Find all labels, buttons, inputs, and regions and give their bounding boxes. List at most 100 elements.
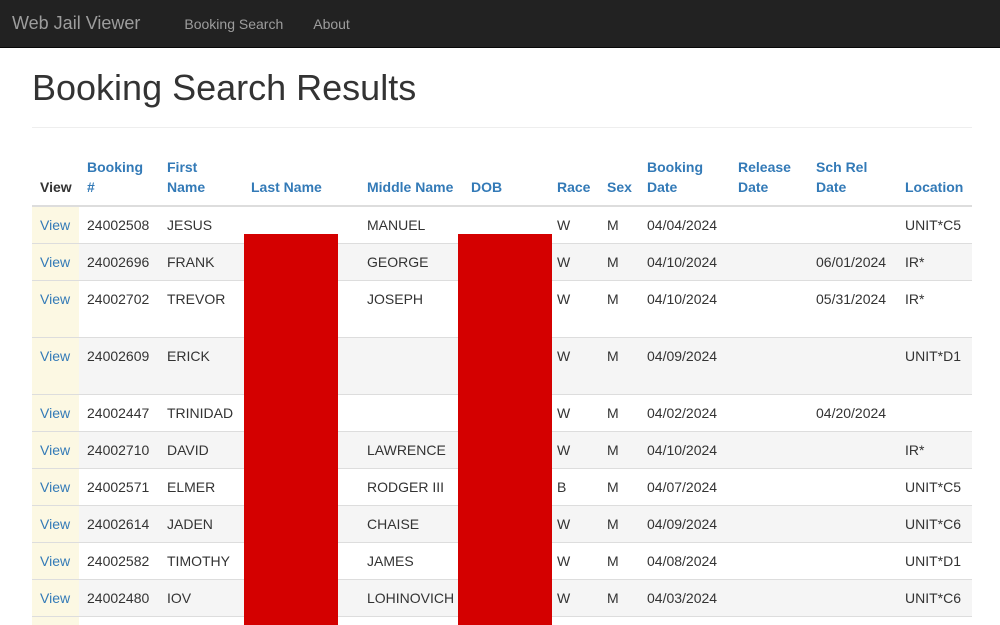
location-cell: IR*: [897, 431, 972, 469]
booking-date-cell: 04/09/2024: [639, 505, 730, 543]
location-cell: IR*: [897, 243, 972, 281]
view-link[interactable]: View: [40, 291, 70, 307]
cell: [32, 616, 79, 625]
view-link[interactable]: View: [40, 553, 70, 569]
release-date-cell: [730, 468, 808, 506]
sch-rel-date-cell: 05/31/2024: [808, 280, 897, 338]
header-sch-rel-date[interactable]: Sch Rel Date: [808, 149, 897, 207]
header-middle-name[interactable]: Middle Name: [359, 149, 463, 207]
booking-date-cell: 04/09/2024: [639, 337, 730, 395]
location-cell: UNIT*C6: [897, 505, 972, 543]
header-location[interactable]: Location: [897, 149, 972, 207]
view-cell: View: [32, 505, 79, 543]
middle-name-cell: JOSEPH: [359, 280, 463, 338]
sch-rel-date-cell: 04/20/2024: [808, 394, 897, 432]
first-name-cell: FRANK: [159, 243, 243, 281]
race-cell: W: [549, 280, 599, 338]
location-cell: UNIT*D1: [897, 337, 972, 395]
first-name-cell: ERICK: [159, 337, 243, 395]
release-date-cell: [730, 280, 808, 338]
sex-cell: M: [599, 243, 639, 281]
middle-name-cell: GEORGE: [359, 243, 463, 281]
nav-booking-search[interactable]: Booking Search: [169, 16, 298, 32]
view-link[interactable]: View: [40, 348, 70, 364]
booking-date-cell: 04/10/2024: [639, 243, 730, 281]
view-link[interactable]: View: [40, 254, 70, 270]
view-link[interactable]: View: [40, 590, 70, 606]
view-link[interactable]: View: [40, 442, 70, 458]
booking-number-cell: 24002609: [79, 337, 159, 395]
release-date-cell: [730, 205, 808, 244]
middle-name-cell: LOHINOVICH: [359, 579, 463, 617]
cell: [730, 616, 808, 625]
sch-rel-date-cell: [808, 579, 897, 617]
main-content: Booking Search Results View Booking # Firs…: [0, 68, 1000, 625]
first-name-cell: IOV: [159, 579, 243, 617]
sch-rel-date-cell: [808, 468, 897, 506]
header-last-name[interactable]: Last Name: [243, 149, 359, 207]
redaction-last-name: [244, 234, 338, 625]
middle-name-cell: LAWRENCE: [359, 431, 463, 469]
release-date-cell: [730, 337, 808, 395]
sex-cell: M: [599, 205, 639, 244]
booking-number-cell: 24002696: [79, 243, 159, 281]
divider: [32, 127, 972, 128]
view-cell: View: [32, 337, 79, 395]
sex-cell: M: [599, 280, 639, 338]
location-cell: [897, 394, 972, 432]
view-cell: View: [32, 205, 79, 244]
booking-number-cell: 24002508: [79, 205, 159, 244]
view-link[interactable]: View: [40, 479, 70, 495]
header-race[interactable]: Race: [549, 149, 599, 207]
booking-number-cell: 24002702: [79, 280, 159, 338]
sch-rel-date-cell: [808, 505, 897, 543]
header-first-name[interactable]: First Name: [159, 149, 243, 207]
booking-number-cell: 24002480: [79, 579, 159, 617]
race-cell: W: [549, 431, 599, 469]
view-cell: View: [32, 280, 79, 338]
sex-cell: M: [599, 505, 639, 543]
release-date-cell: [730, 243, 808, 281]
sex-cell: M: [599, 394, 639, 432]
view-link[interactable]: View: [40, 217, 70, 233]
view-link[interactable]: View: [40, 516, 70, 532]
booking-date-cell: 04/03/2024: [639, 579, 730, 617]
booking-number-cell: 24002710: [79, 431, 159, 469]
race-cell: W: [549, 505, 599, 543]
sch-rel-date-cell: [808, 431, 897, 469]
sex-cell: M: [599, 431, 639, 469]
middle-name-cell: JAMES: [359, 542, 463, 580]
nav-about[interactable]: About: [298, 16, 365, 32]
location-cell: UNIT*C6: [897, 579, 972, 617]
sch-rel-date-cell: 06/01/2024: [808, 243, 897, 281]
sch-rel-date-cell: [808, 337, 897, 395]
header-booking-number[interactable]: Booking #: [79, 149, 159, 207]
view-link[interactable]: View: [40, 405, 70, 421]
location-cell: UNIT*C5: [897, 468, 972, 506]
redaction-dob: [458, 234, 552, 625]
booking-date-cell: 04/10/2024: [639, 431, 730, 469]
header-sex[interactable]: Sex: [599, 149, 639, 207]
race-cell: W: [549, 579, 599, 617]
view-cell: View: [32, 394, 79, 432]
view-cell: View: [32, 579, 79, 617]
first-name-cell: ELMER: [159, 468, 243, 506]
header-release-date[interactable]: Release Date: [730, 149, 808, 207]
cell: [79, 616, 159, 625]
cell: [808, 616, 897, 625]
header-booking-date[interactable]: Booking Date: [639, 149, 730, 207]
race-cell: W: [549, 205, 599, 244]
race-cell: B: [549, 468, 599, 506]
race-cell: W: [549, 243, 599, 281]
cell: [359, 616, 463, 625]
first-name-cell: TRINIDAD: [159, 394, 243, 432]
booking-number-cell: 24002582: [79, 542, 159, 580]
booking-number-cell: 24002614: [79, 505, 159, 543]
middle-name-cell: MANUEL: [359, 205, 463, 244]
location-cell: IR*: [897, 280, 972, 338]
booking-date-cell: 04/04/2024: [639, 205, 730, 244]
sch-rel-date-cell: [808, 542, 897, 580]
brand-link[interactable]: Web Jail Viewer: [0, 13, 155, 34]
header-dob[interactable]: DOB: [463, 149, 549, 207]
booking-date-cell: 04/07/2024: [639, 468, 730, 506]
